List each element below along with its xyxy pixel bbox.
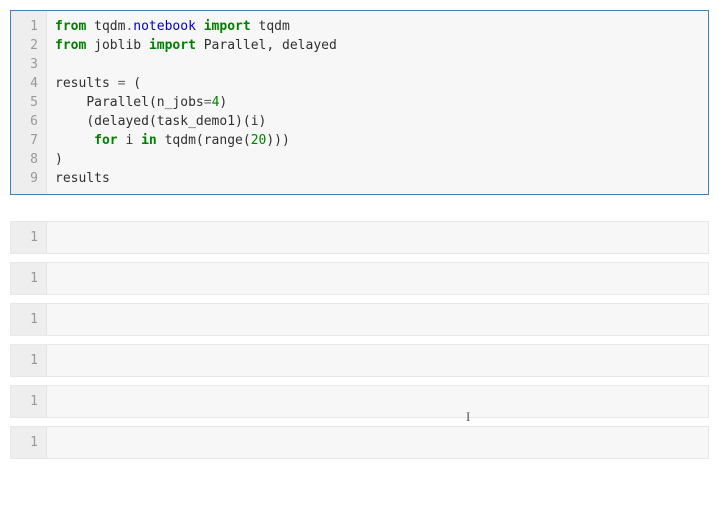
line-number: 8 [30,152,38,167]
name-results: results [55,171,110,186]
output-area[interactable] [47,345,708,376]
line-number: 6 [30,114,38,129]
paren-open: ( [149,114,157,129]
line-gutter: 1 [11,304,47,335]
keyword-import: import [149,38,196,53]
keyword-import: import [204,19,251,34]
output-cell[interactable]: 1 [10,344,709,377]
arg-njobs: n_jobs [157,95,204,110]
line-number: 7 [30,133,38,148]
paren-close: ) [55,152,63,167]
text-cursor-icon: I [466,409,470,425]
paren-close-open: )( [235,114,251,129]
keyword-for: for [94,133,117,148]
output-area[interactable] [47,304,708,335]
line-gutter: 1 2 3 4 5 6 7 8 9 [11,11,47,194]
line-gutter: 1 [11,345,47,376]
module-tqdm: tqdm [94,19,125,34]
name-results: results [55,76,118,91]
output-area[interactable] [47,427,708,458]
name-task-demo1: task_demo1 [157,114,235,129]
name-i: i [251,114,259,129]
line-gutter: 1 [11,222,47,253]
paren-open: ( [196,133,204,148]
output-cell[interactable]: 1 [10,385,709,418]
indent [55,95,86,110]
line-gutter: 1 [11,427,47,458]
literal-20: 20 [251,133,267,148]
module-joblib: joblib [94,38,141,53]
output-area[interactable] [47,222,708,253]
keyword-in: in [141,133,157,148]
name-parallel: Parallel [204,38,267,53]
output-cell[interactable]: 1 [10,262,709,295]
line-number: 3 [30,57,38,72]
name-delayed: delayed [94,114,149,129]
line-number: 4 [30,76,38,91]
line-number: 1 [30,19,38,34]
keyword-from: from [55,19,86,34]
comma: , [266,38,282,53]
name-delayed: delayed [282,38,337,53]
code-editor[interactable]: from tqdm.notebook import tqdm from jobl… [47,11,708,194]
operator-equals: = [204,95,212,110]
paren-open: ( [125,76,141,91]
output-cell[interactable]: 1 I [10,426,709,459]
line-number: 1 [30,230,38,245]
line-number: 1 [30,394,38,409]
submodule-notebook: notebook [133,19,196,34]
line-number: 1 [30,271,38,286]
line-number: 9 [30,171,38,186]
line-number: 2 [30,38,38,53]
line-number: 1 [30,353,38,368]
paren-open: ( [149,95,157,110]
name-tqdm: tqdm [165,133,196,148]
paren-close: ))) [266,133,289,148]
name-tqdm: tqdm [259,19,290,34]
line-number: 1 [30,435,38,450]
line-number: 1 [30,312,38,327]
paren-close: ) [219,95,227,110]
code-cell-main[interactable]: 1 2 3 4 5 6 7 8 9 from tqdm.notebook import tqdm… [10,10,709,195]
builtin-range: range [204,133,243,148]
line-gutter: 1 [11,386,47,417]
output-cell[interactable]: 1 [10,221,709,254]
line-number: 5 [30,95,38,110]
output-area[interactable] [47,386,708,417]
indent [55,133,94,148]
paren-close: ) [259,114,267,129]
line-gutter: 1 [11,263,47,294]
paren-open: ( [243,133,251,148]
name-parallel: Parallel [86,95,149,110]
paren-open: ( [86,114,94,129]
output-cell[interactable]: 1 [10,303,709,336]
output-area[interactable] [47,263,708,294]
keyword-from: from [55,38,86,53]
indent [55,114,86,129]
